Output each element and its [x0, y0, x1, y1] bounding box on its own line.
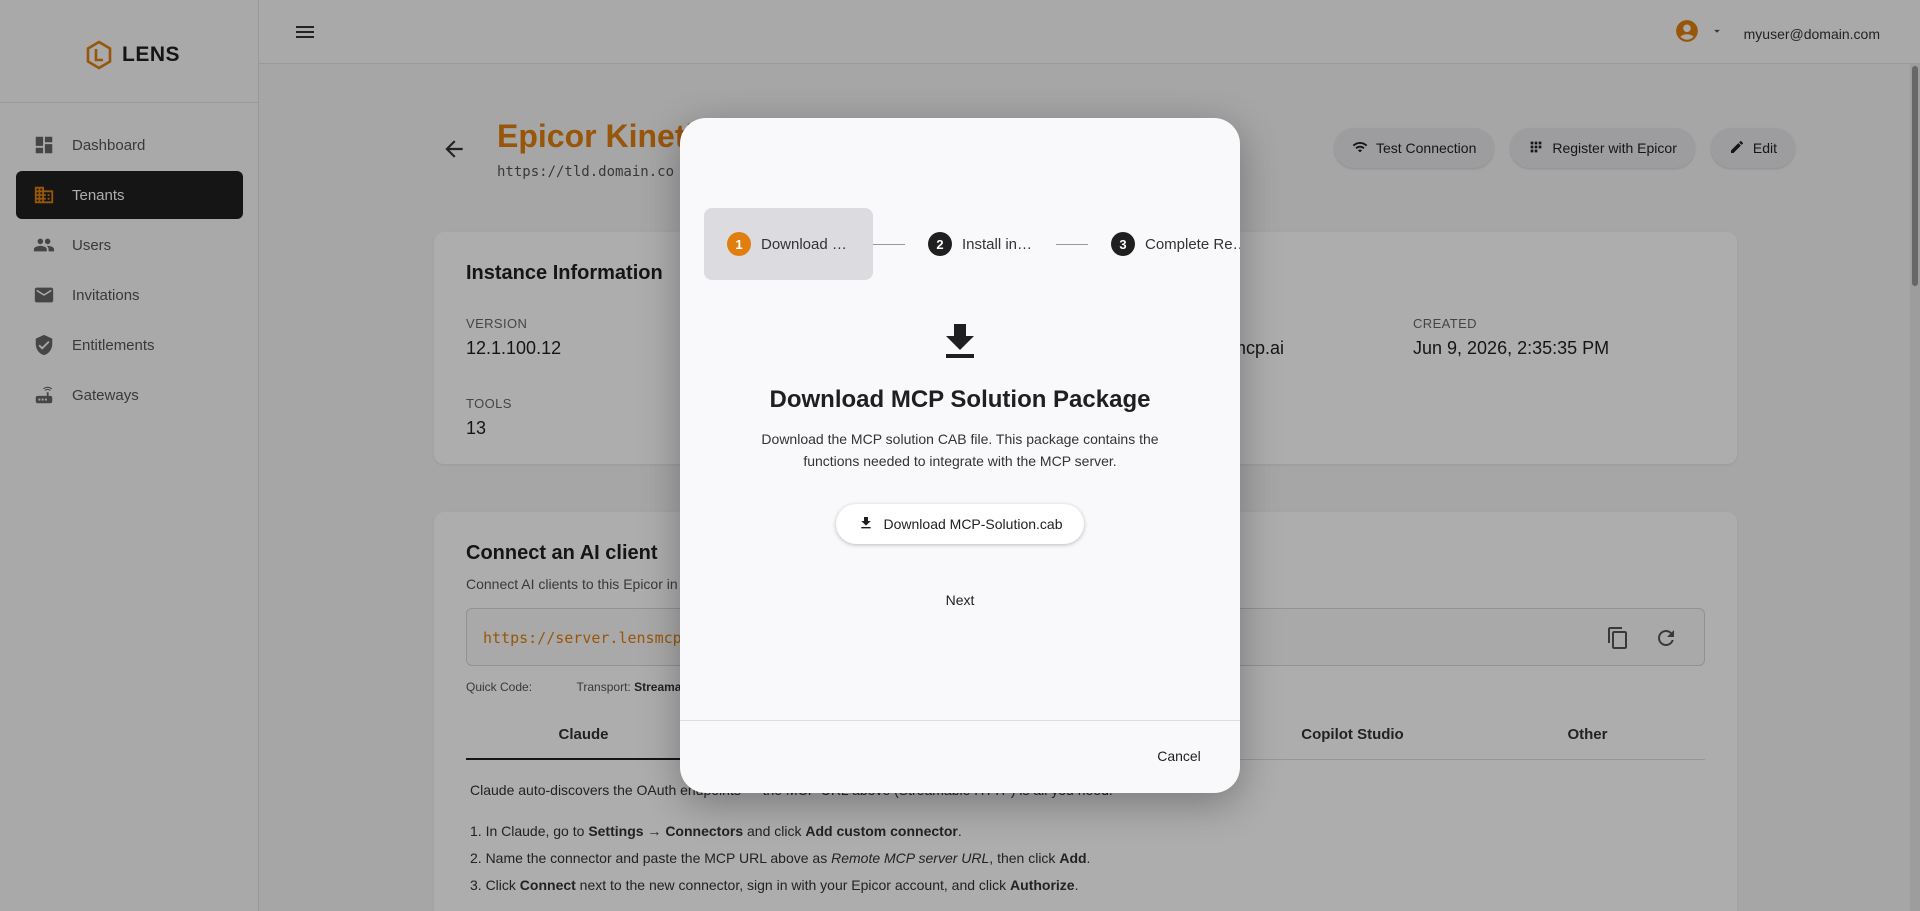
registration-dialog: 1 Download Solution 2 Install in Epicor … — [680, 118, 1240, 793]
stepper-step-complete[interactable]: 3 Complete Registration — [1088, 208, 1240, 280]
stepper-connector — [873, 243, 905, 245]
step-label: Download Solution — [761, 235, 851, 253]
step-number: 2 — [928, 232, 952, 256]
step-number: 3 — [1111, 232, 1135, 256]
download-icon — [936, 318, 984, 366]
cancel-button[interactable]: Cancel — [1142, 738, 1216, 774]
step-label: Complete Registration — [1145, 235, 1240, 253]
step-number: 1 — [727, 232, 751, 256]
registration-stepper: 1 Download Solution 2 Install in Epicor … — [704, 208, 1240, 280]
download-small-icon — [858, 515, 874, 534]
step-label: Install in Epicor — [962, 235, 1034, 253]
next-button[interactable]: Next — [920, 582, 1000, 618]
download-cab-label: Download MCP-Solution.cab — [883, 516, 1063, 532]
dialog-divider — [680, 720, 1240, 721]
dialog-description: Download the MCP solution CAB file. This… — [761, 431, 1159, 469]
dialog-title: Download MCP Solution Package — [769, 386, 1151, 413]
stepper-step-install[interactable]: 2 Install in Epicor — [905, 208, 1056, 280]
stepper-step-download[interactable]: 1 Download Solution — [704, 208, 873, 280]
stepper-connector — [1056, 243, 1088, 245]
download-cab-button[interactable]: Download MCP-Solution.cab — [836, 504, 1084, 544]
